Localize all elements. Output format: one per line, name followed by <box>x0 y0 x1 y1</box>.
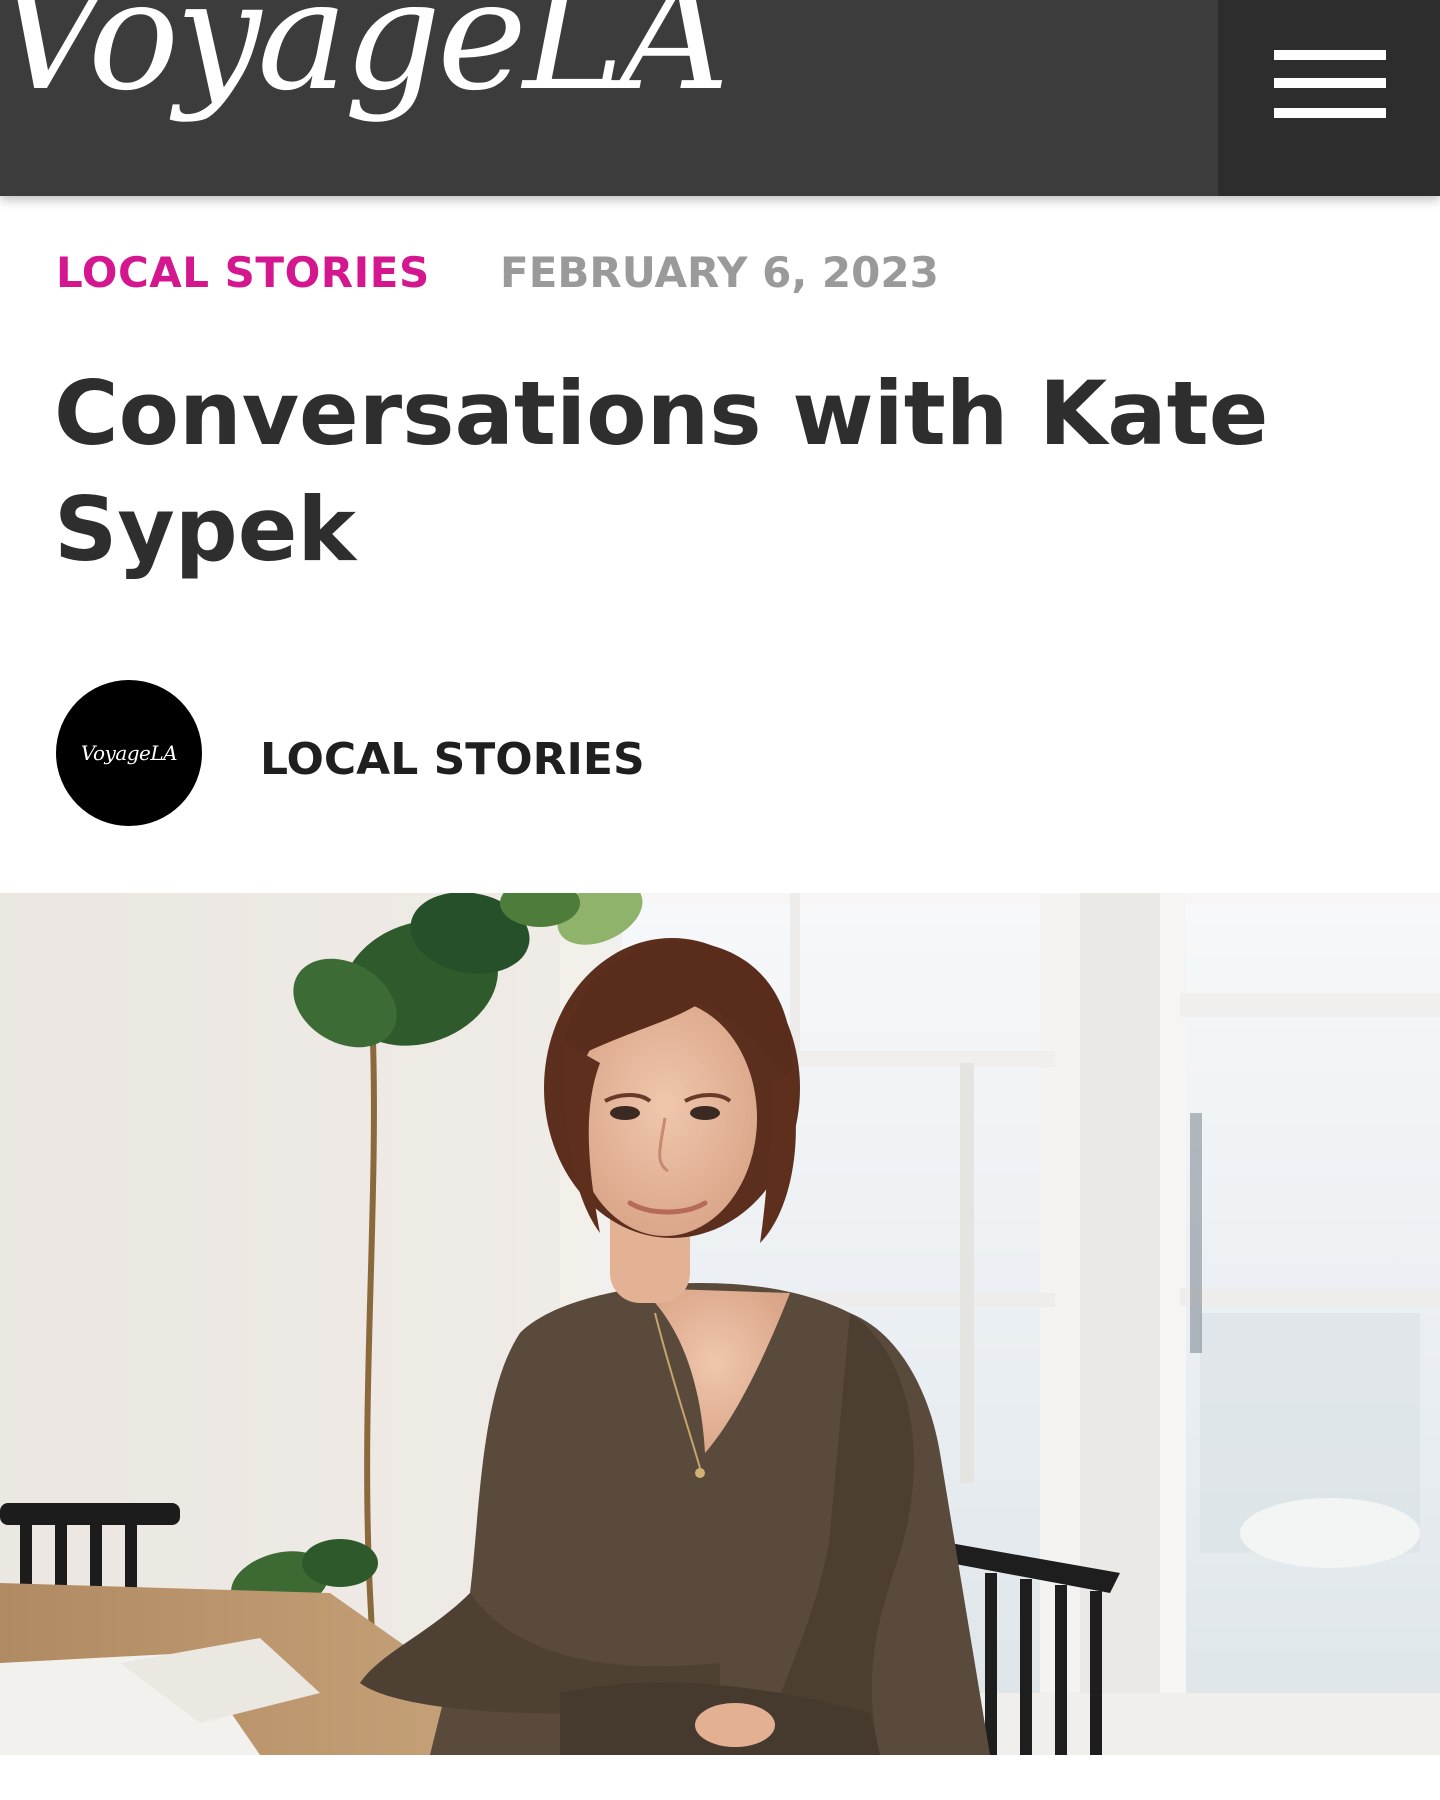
hamburger-menu-icon <box>1274 50 1386 60</box>
hamburger-menu-icon <box>1274 78 1386 88</box>
author-avatar[interactable]: VoyageLA <box>56 680 202 826</box>
avatar-logo-text: VoyageLA <box>80 741 178 765</box>
site-header: VoyageLA <box>0 0 1440 196</box>
menu-button[interactable] <box>1218 0 1440 196</box>
hero-photo-illustration <box>0 893 1440 1755</box>
hero-photo <box>0 893 1440 1755</box>
article-title: Conversations with Kate Sypek <box>54 362 1269 581</box>
hamburger-menu-icon <box>1274 108 1386 118</box>
publish-date: FEBRUARY 6, 2023 <box>500 248 939 297</box>
category-link[interactable]: LOCAL STORIES <box>56 248 430 297</box>
site-logo[interactable]: VoyageLA <box>0 0 730 112</box>
author-name[interactable]: LOCAL STORIES <box>260 734 645 785</box>
